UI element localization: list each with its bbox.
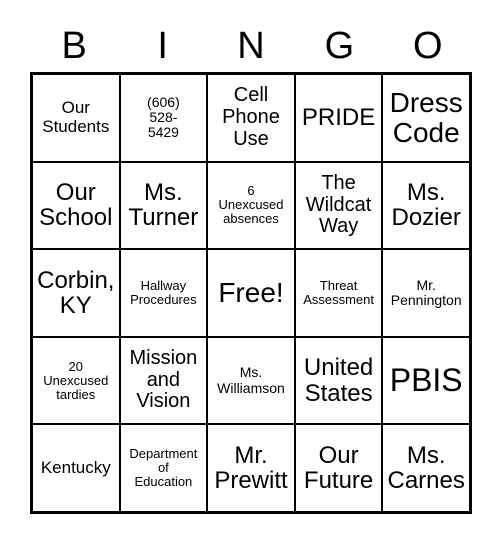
cell-text: N: [237, 25, 265, 67]
bingo-cell[interactable]: Ms. Williamson: [207, 336, 295, 425]
bingo-cell[interactable]: The Wildcat Way: [294, 161, 383, 250]
cell-text: Department of Education: [129, 446, 198, 490]
cell-text: 20 Unexcused tardies: [43, 358, 109, 402]
bingo-cell[interactable]: Our Future: [294, 424, 383, 512]
cell-text: B: [61, 25, 87, 67]
cell-text: Hallway Procedures: [130, 277, 197, 307]
bingo-cell[interactable]: Hallway Procedures: [119, 249, 208, 337]
cell-text: The Wildcat Way: [305, 172, 372, 238]
bingo-cell[interactable]: Mr. Prewitt: [207, 424, 295, 512]
header-letter-n: N: [207, 24, 295, 68]
cell-text: O: [413, 25, 443, 67]
bingo-cell[interactable]: Ms. Turner: [119, 161, 208, 250]
cell-text: Threat Assessment: [303, 277, 374, 307]
cell-text: Mr. Prewitt: [214, 442, 288, 495]
cell-text: PBIS: [389, 362, 463, 399]
bingo-grid: Our Students (606) 528- 5429 Cell Phone …: [30, 72, 472, 514]
cell-text: Dress Code: [389, 86, 463, 148]
cell-text: United States: [303, 354, 374, 407]
bingo-cell[interactable]: Threat Assessment: [294, 249, 383, 337]
bingo-cell[interactable]: Department of Education: [119, 424, 208, 512]
cell-text: Mr. Pennington: [390, 276, 462, 308]
cell-text: Our Students: [42, 98, 110, 136]
bingo-cell[interactable]: United States: [294, 336, 383, 425]
cell-text: 6 Unexcused absences: [218, 183, 284, 227]
bingo-cell[interactable]: Corbin, KY: [32, 249, 120, 337]
bingo-cell[interactable]: PBIS: [382, 336, 470, 425]
cell-text: Ms. Turner: [128, 179, 199, 232]
bingo-cell[interactable]: Mission and Vision: [119, 336, 208, 425]
bingo-cell[interactable]: Our Students: [32, 74, 120, 162]
cell-text: Mission and Vision: [129, 347, 198, 413]
cell-text: I: [157, 25, 168, 67]
cell-text: Free!: [218, 276, 284, 308]
bingo-cell[interactable]: Kentucky: [32, 424, 120, 512]
bingo-cell[interactable]: PRIDE: [294, 74, 383, 162]
bingo-cell[interactable]: Dress Code: [382, 74, 470, 162]
bingo-cell[interactable]: Cell Phone Use: [207, 74, 295, 162]
header-letter-g: G: [295, 24, 383, 68]
header-letter-i: I: [118, 24, 206, 68]
bingo-cell[interactable]: Our School: [32, 161, 120, 250]
bingo-cell[interactable]: Ms. Carnes: [382, 424, 470, 512]
cell-text: Ms. Williamson: [217, 364, 285, 396]
cell-text: Corbin, KY: [37, 266, 115, 319]
cell-text: Our School: [39, 179, 113, 232]
header-letter-o: O: [384, 24, 472, 68]
header-letter-b: B: [30, 24, 118, 68]
cell-text: Ms. Dozier: [391, 179, 461, 232]
cell-text: Ms. Carnes: [387, 442, 465, 495]
cell-text: Kentucky: [40, 458, 111, 477]
cell-text: G: [324, 25, 355, 67]
bingo-cell[interactable]: Mr. Pennington: [382, 249, 470, 337]
bingo-cell[interactable]: 6 Unexcused absences: [207, 161, 295, 250]
bingo-cell[interactable]: (606) 528- 5429: [119, 74, 208, 162]
bingo-cell[interactable]: Ms. Dozier: [382, 161, 470, 250]
bingo-cell[interactable]: 20 Unexcused tardies: [32, 336, 120, 425]
cell-text: Our Future: [303, 442, 374, 495]
cell-text: PRIDE: [301, 104, 376, 132]
cell-text: (606) 528- 5429: [147, 94, 180, 141]
free-space[interactable]: Free!: [207, 249, 295, 337]
cell-text: Cell Phone Use: [222, 84, 280, 150]
bingo-header: B I N G O: [30, 24, 472, 68]
